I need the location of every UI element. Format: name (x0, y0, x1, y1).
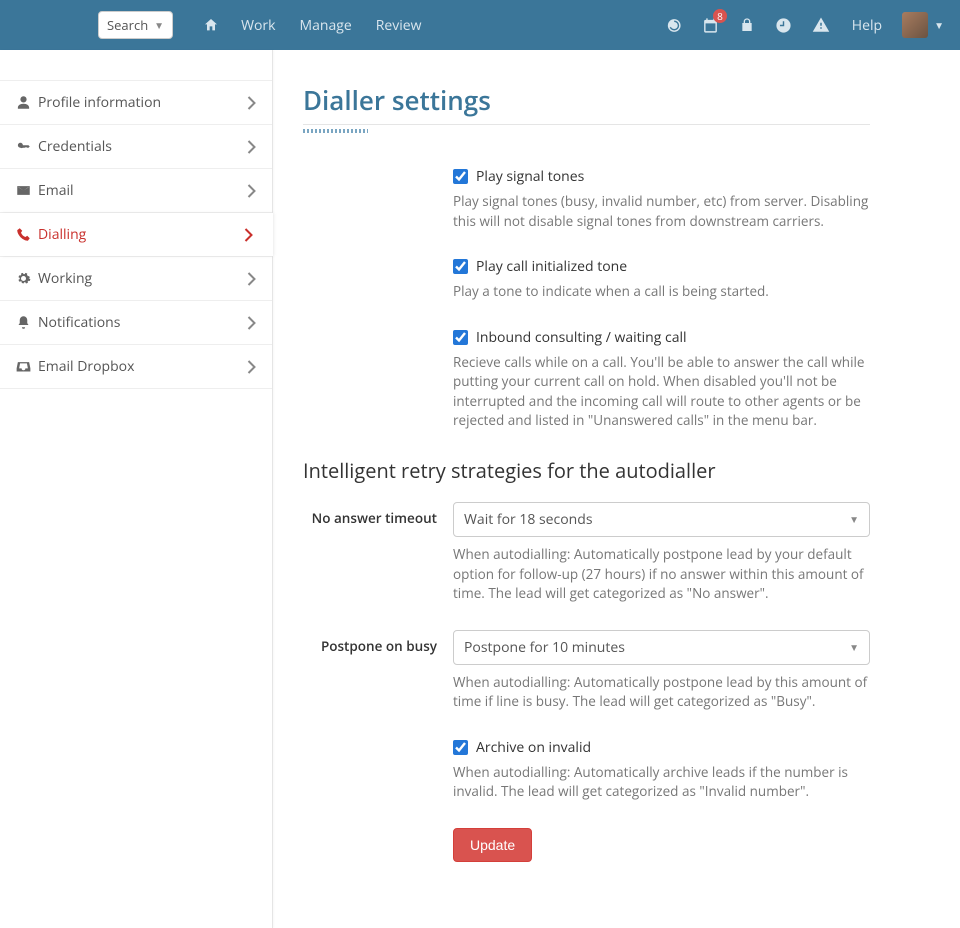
no-answer-select[interactable]: Wait for 18 seconds ▼ (453, 502, 870, 537)
postpone-select[interactable]: Postpone for 10 minutes ▼ (453, 630, 870, 665)
clock-icon[interactable] (765, 17, 802, 34)
home-icon[interactable] (193, 17, 229, 33)
nav-manage[interactable]: Manage (288, 16, 364, 35)
main-content: Dialler settings Play signal tones Play … (273, 50, 960, 928)
postpone-value: Postpone for 10 minutes (464, 638, 625, 657)
chevron-right-icon (247, 96, 256, 110)
sidebar-item-dialling[interactable]: Dialling (0, 213, 272, 256)
avatar[interactable] (902, 12, 928, 38)
sidebar-item-credentials[interactable]: Credentials (0, 125, 272, 169)
chevron-right-icon (247, 272, 256, 286)
sidebar-item-profile[interactable]: Profile information (0, 80, 272, 125)
search-label: Search (107, 16, 148, 34)
person-icon (16, 95, 38, 110)
inbound-consulting-help: Recieve calls while on a call. You'll be… (453, 353, 870, 431)
sidebar-item-label: Dialling (38, 225, 244, 244)
search-dropdown[interactable]: Search ▼ (98, 11, 173, 39)
chevron-right-icon (244, 228, 253, 242)
inbound-consulting-label: Inbound consulting / waiting call (476, 328, 687, 347)
caret-down-icon: ▼ (849, 512, 859, 526)
play-signal-tones-help: Play signal tones (busy, invalid number,… (453, 192, 870, 231)
play-call-init-label: Play call initialized tone (476, 257, 627, 276)
phone-icon (16, 227, 38, 242)
nav-work[interactable]: Work (229, 16, 287, 35)
archive-invalid-help: When autodialling: Automatically archive… (453, 763, 870, 802)
no-answer-label: No answer timeout (303, 502, 453, 604)
play-call-init-checkbox[interactable] (453, 259, 468, 274)
sidebar-item-label: Working (38, 269, 247, 288)
sidebar-item-email[interactable]: Email (0, 169, 272, 213)
chevron-right-icon (247, 184, 256, 198)
play-signal-tones-checkbox[interactable] (453, 169, 468, 184)
avatar-caret-icon[interactable]: ▼ (934, 18, 944, 32)
sidebar-item-label: Notifications (38, 313, 247, 332)
warning-icon[interactable] (802, 16, 840, 34)
sidebar-item-label: Email Dropbox (38, 357, 247, 376)
topbar: Search ▼ Work Manage Review 8 Help ▼ (0, 0, 960, 50)
play-signal-tones-label: Play signal tones (476, 167, 584, 186)
caret-down-icon: ▼ (849, 640, 859, 654)
inbound-consulting-checkbox[interactable] (453, 330, 468, 345)
sidebar-item-working[interactable]: Working (0, 256, 272, 301)
page-title: Dialler settings (303, 82, 870, 118)
sidebar-item-notifications[interactable]: Notifications (0, 301, 272, 345)
archive-invalid-checkbox[interactable] (453, 740, 468, 755)
nav-review[interactable]: Review (364, 16, 434, 35)
nav-help[interactable]: Help (840, 16, 894, 35)
bell-icon (16, 315, 38, 330)
gears-icon (16, 271, 38, 286)
chevron-right-icon (247, 140, 256, 154)
calendar-badge: 8 (713, 9, 727, 23)
postpone-help: When autodialling: Automatically postpon… (453, 673, 870, 712)
key-icon (16, 139, 38, 154)
sidebar-item-label: Credentials (38, 137, 247, 156)
play-call-init-help: Play a tone to indicate when a call is b… (453, 282, 870, 302)
chevron-right-icon (247, 316, 256, 330)
update-button[interactable]: Update (453, 828, 532, 862)
inbox-icon (16, 359, 38, 374)
no-answer-value: Wait for 18 seconds (464, 510, 593, 529)
lock-icon[interactable] (729, 17, 765, 33)
postpone-label: Postpone on busy (303, 630, 453, 712)
archive-invalid-label: Archive on invalid (476, 738, 591, 757)
sidebar-item-label: Profile information (38, 93, 247, 112)
sidebar-item-email-dropbox[interactable]: Email Dropbox (0, 345, 272, 389)
caret-down-icon: ▼ (154, 18, 164, 32)
sidebar-item-label: Email (38, 181, 247, 200)
envelope-icon (16, 183, 38, 198)
no-answer-help: When autodialling: Automatically postpon… (453, 545, 870, 604)
calendar-icon[interactable]: 8 (692, 17, 729, 34)
history-icon[interactable] (655, 17, 692, 34)
chevron-right-icon (247, 360, 256, 374)
section-retry-heading: Intelligent retry strategies for the aut… (303, 457, 870, 484)
sidebar: Profile information Credentials Email Di… (0, 50, 273, 928)
